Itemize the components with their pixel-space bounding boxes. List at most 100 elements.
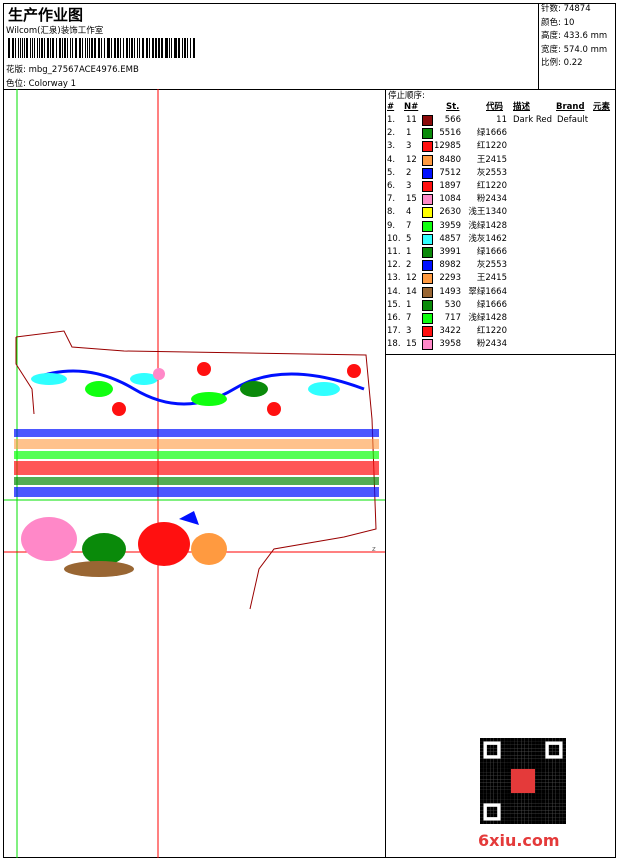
- info-value: 0.22: [563, 58, 583, 68]
- barcode-bar: [108, 38, 111, 58]
- row-code: 浅绿1428: [468, 220, 507, 231]
- info-value: 433.6 mm: [563, 31, 608, 41]
- row-index: 2.: [387, 128, 396, 139]
- barcode-bar: [97, 38, 99, 58]
- barcode-bar: [157, 38, 160, 58]
- barcode-bar: [154, 38, 156, 58]
- color-swatch: [422, 194, 433, 206]
- row-stitches: 2630: [439, 207, 461, 218]
- table-row: 14. 14 1493 翠绿1664: [386, 286, 616, 299]
- color-swatch: [422, 286, 433, 298]
- row-stitches: 1897: [439, 181, 461, 191]
- row-needle: 1: [406, 128, 412, 139]
- table-header: # N# St. 代码 描述 Brand 元素: [386, 101, 616, 114]
- row-index: 18.: [387, 339, 401, 350]
- table-row: 2. 1 5516 绿1666: [386, 127, 616, 140]
- barcode-bar: [18, 38, 20, 58]
- row-stitches: 5516: [439, 128, 461, 139]
- row-needle: 15: [406, 339, 417, 350]
- row-stitches: 566: [444, 115, 461, 125]
- barcode-bar: [164, 38, 166, 58]
- col-st: St.: [446, 102, 460, 112]
- barcode-bar: [139, 38, 141, 58]
- barcode-bar: [30, 38, 31, 58]
- barcode-bar: [36, 38, 38, 58]
- color-swatch: [422, 181, 433, 192]
- design-preview: z: [4, 89, 386, 858]
- barcode-bar: [134, 38, 135, 58]
- table-row: 6. 3 1897 红1220: [386, 180, 616, 193]
- row-needle: 1: [406, 299, 412, 310]
- barcode-bar: [49, 38, 52, 58]
- table-title: 停止顺序:: [388, 91, 425, 101]
- row-index: 11.: [387, 247, 401, 257]
- row-stitches: 8982: [439, 260, 461, 271]
- table-row: 1. 11 566 11 Dark Red Default: [386, 114, 616, 127]
- vine-band: [31, 362, 365, 416]
- row-code: 11: [496, 115, 507, 125]
- row-code: 红1220: [476, 141, 507, 152]
- row-brand: Default: [557, 115, 589, 125]
- barcode-bar: [146, 38, 149, 58]
- barcode-bar: [114, 38, 116, 58]
- row-code: 灰2553: [476, 260, 507, 271]
- barcode-bar: [47, 38, 49, 58]
- barcode-bar: [160, 38, 163, 58]
- info-label: 比例:: [541, 58, 561, 68]
- barcode-bar: [75, 38, 78, 58]
- table-row: 9. 7 3959 浅绿1428: [386, 220, 616, 233]
- row-needle: 12: [406, 154, 417, 165]
- row-needle: 5: [406, 233, 412, 244]
- col-num: #: [387, 102, 395, 112]
- row-stitches: 2293: [439, 273, 461, 284]
- watermark-logo: 6xiu.com: [478, 831, 560, 850]
- col-brand: Brand: [556, 102, 585, 112]
- barcode-bar: [183, 38, 186, 58]
- color-swatch: [422, 167, 433, 179]
- row-index: 17.: [387, 326, 401, 337]
- row-stitches: 3959: [439, 220, 461, 231]
- row-code: 绿1666: [476, 247, 507, 257]
- barcode-bar: [181, 38, 183, 58]
- table-row: 5. 2 7512 灰2553: [386, 167, 616, 180]
- row-index: 3.: [387, 141, 396, 152]
- design-file: 花版: mbg_27567ACE4976.EMB: [6, 63, 139, 75]
- barcode-bar: [178, 38, 180, 58]
- col-n: N#: [404, 102, 419, 112]
- barcode-bar: [104, 38, 105, 58]
- row-index: 14.: [387, 286, 401, 297]
- info-label: 高度:: [541, 31, 561, 41]
- barcode-bar: [31, 38, 34, 58]
- row-code: 灰2553: [476, 167, 507, 178]
- color-swatch: [422, 326, 433, 338]
- row-code: 红1220: [476, 181, 507, 191]
- barcode-bar: [67, 38, 68, 58]
- row-stitches: 3958: [439, 339, 461, 350]
- border-band: [14, 429, 379, 497]
- barcode-bar: [152, 38, 154, 58]
- barcode-bar: [106, 38, 108, 58]
- table-row: 3. 3 12985 红1220: [386, 140, 616, 153]
- barcode: [8, 38, 196, 58]
- colorway: 色位: Colorway 1: [6, 77, 76, 89]
- color-swatch: [422, 260, 433, 272]
- color-swatch: [422, 299, 433, 311]
- barcode-bar: [166, 38, 168, 58]
- table-row: 18. 15 3958 粉2434: [386, 338, 616, 351]
- row-stitches: 4857: [439, 233, 461, 244]
- row-code: 浅灰1462: [468, 233, 507, 244]
- barcode-bar: [131, 38, 134, 58]
- barcode-bar: [99, 38, 101, 58]
- barcode-bar: [186, 38, 188, 58]
- info-label: 宽度:: [541, 44, 561, 55]
- info-row: 高度: 433.6 mm: [539, 30, 617, 44]
- barcode-bar: [21, 38, 23, 58]
- row-needle: 2: [406, 260, 412, 271]
- row-code: 浅绿1428: [468, 313, 507, 323]
- barcode-bar: [90, 38, 93, 58]
- barcode-bar: [173, 38, 175, 58]
- row-index: 15.: [387, 299, 401, 310]
- row-code: 粉2434: [476, 339, 507, 350]
- barcode-bar: [142, 38, 145, 58]
- embroidery-preview: z: [4, 89, 385, 858]
